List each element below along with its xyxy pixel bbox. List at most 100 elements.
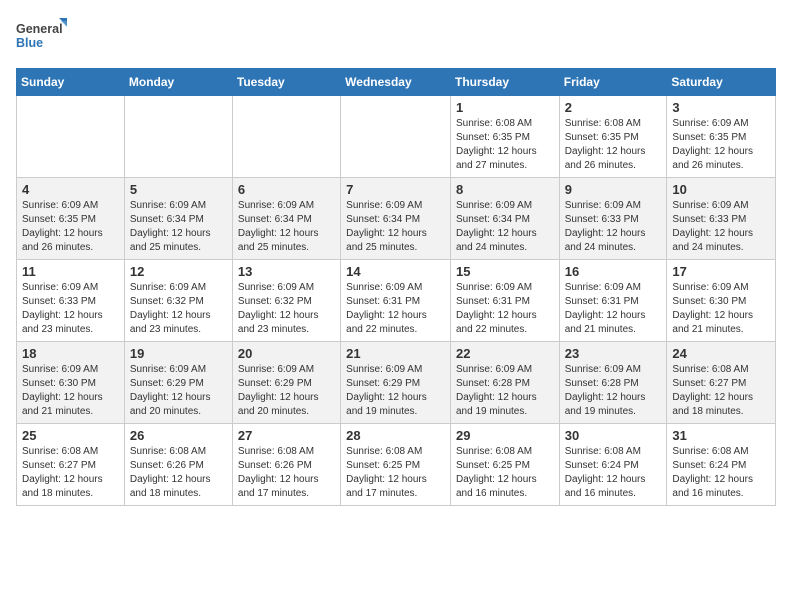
weekday-header-sunday: Sunday — [17, 69, 125, 96]
day-number: 6 — [238, 182, 335, 197]
weekday-header-tuesday: Tuesday — [232, 69, 340, 96]
calendar-cell: 4Sunrise: 6:09 AM Sunset: 6:35 PM Daylig… — [17, 178, 125, 260]
calendar-cell: 5 Sunrise: 6:09 AM Sunset: 6:34 PM Daylig… — [124, 178, 232, 260]
day-info: Sunrise: 6:09 AM Sunset: 6:31 PM Dayligh… — [346, 281, 445, 337]
day-number: 21 — [346, 346, 445, 361]
calendar-cell: 26 Sunrise: 6:08 AM Sunset: 6:26 PM Dayli… — [124, 424, 232, 506]
calendar-cell: 31Sunrise: 6:08 AM Sunset: 6:24 PM Dayli… — [667, 424, 776, 506]
day-info: Sunrise: 6:09 AM Sunset: 6:29 PM Dayligh… — [238, 363, 335, 419]
calendar-cell: 19 Sunrise: 6:09 AM Sunset: 6:29 PM Dayli… — [124, 342, 232, 424]
calendar-cell: 1 Sunrise: 6:08 AM Sunset: 6:35 PM Daylig… — [450, 96, 559, 178]
day-info: Sunrise: 6:09 AM Sunset: 6:31 PM Dayligh… — [565, 281, 662, 337]
day-number: 11 — [22, 264, 119, 279]
day-info: Sunrise: 6:09 AM Sunset: 6:34 PM Dayligh… — [238, 199, 335, 255]
day-number: 2 — [565, 100, 662, 115]
day-number: 20 — [238, 346, 335, 361]
calendar-cell: 3 Sunrise: 6:09 AM Sunset: 6:35 PM Daylig… — [667, 96, 776, 178]
day-number: 16 — [565, 264, 662, 279]
day-number: 29 — [456, 428, 554, 443]
calendar-cell: 21 Sunrise: 6:09 AM Sunset: 6:29 PM Dayli… — [341, 342, 451, 424]
day-info: Sunrise: 6:09 AM Sunset: 6:34 PM Dayligh… — [346, 199, 445, 255]
day-info: Sunrise: 6:09 AM Sunset: 6:34 PM Dayligh… — [130, 199, 227, 255]
calendar-cell: 18 Sunrise: 6:09 AM Sunset: 6:30 PM Dayli… — [17, 342, 125, 424]
day-number: 12 — [130, 264, 227, 279]
logo: General Blue — [16, 16, 68, 56]
day-info: Sunrise: 6:09 AM Sunset: 6:34 PM Dayligh… — [456, 199, 554, 255]
day-number: 1 — [456, 100, 554, 115]
calendar-week-1: 1 Sunrise: 6:08 AM Sunset: 6:35 PM Daylig… — [17, 96, 776, 178]
svg-text:Blue: Blue — [16, 36, 43, 50]
day-info: Sunrise: 6:08 AM Sunset: 6:26 PM Dayligh… — [130, 445, 227, 501]
day-info: Sunrise: 6:09 AM Sunset: 6:29 PM Dayligh… — [346, 363, 445, 419]
day-info: Sunrise: 6:08 AM Sunset: 6:25 PM Dayligh… — [346, 445, 445, 501]
day-number: 10 — [672, 182, 770, 197]
day-info: Sunrise: 6:09 AM Sunset: 6:33 PM Dayligh… — [22, 281, 119, 337]
calendar-cell: 16 Sunrise: 6:09 AM Sunset: 6:31 PM Dayli… — [559, 260, 667, 342]
day-info: Sunrise: 6:09 AM Sunset: 6:32 PM Dayligh… — [238, 281, 335, 337]
calendar-cell: 10 Sunrise: 6:09 AM Sunset: 6:33 PM Dayli… — [667, 178, 776, 260]
day-number: 3 — [672, 100, 770, 115]
day-number: 15 — [456, 264, 554, 279]
calendar-table: SundayMondayTuesdayWednesdayThursdayFrid… — [16, 68, 776, 506]
day-info: Sunrise: 6:09 AM Sunset: 6:29 PM Dayligh… — [130, 363, 227, 419]
weekday-header-wednesday: Wednesday — [341, 69, 451, 96]
day-number: 27 — [238, 428, 335, 443]
weekday-header-monday: Monday — [124, 69, 232, 96]
calendar-cell: 20 Sunrise: 6:09 AM Sunset: 6:29 PM Dayli… — [232, 342, 340, 424]
day-info: Sunrise: 6:09 AM Sunset: 6:31 PM Dayligh… — [456, 281, 554, 337]
calendar-cell: 8 Sunrise: 6:09 AM Sunset: 6:34 PM Daylig… — [450, 178, 559, 260]
day-number: 19 — [130, 346, 227, 361]
day-number: 24 — [672, 346, 770, 361]
calendar-cell: 25Sunrise: 6:08 AM Sunset: 6:27 PM Dayli… — [17, 424, 125, 506]
calendar-cell — [124, 96, 232, 178]
calendar-cell: 17Sunrise: 6:09 AM Sunset: 6:30 PM Dayli… — [667, 260, 776, 342]
day-info: Sunrise: 6:09 AM Sunset: 6:28 PM Dayligh… — [565, 363, 662, 419]
calendar-cell — [17, 96, 125, 178]
calendar-cell: 6 Sunrise: 6:09 AM Sunset: 6:34 PM Daylig… — [232, 178, 340, 260]
day-number: 13 — [238, 264, 335, 279]
calendar-week-4: 18 Sunrise: 6:09 AM Sunset: 6:30 PM Dayli… — [17, 342, 776, 424]
day-number: 5 — [130, 182, 227, 197]
day-number: 7 — [346, 182, 445, 197]
day-info: Sunrise: 6:09 AM Sunset: 6:28 PM Dayligh… — [456, 363, 554, 419]
day-info: Sunrise: 6:08 AM Sunset: 6:26 PM Dayligh… — [238, 445, 335, 501]
calendar-cell: 11 Sunrise: 6:09 AM Sunset: 6:33 PM Dayli… — [17, 260, 125, 342]
calendar-week-2: 4Sunrise: 6:09 AM Sunset: 6:35 PM Daylig… — [17, 178, 776, 260]
day-number: 18 — [22, 346, 119, 361]
calendar-cell: 15 Sunrise: 6:09 AM Sunset: 6:31 PM Dayli… — [450, 260, 559, 342]
day-info: Sunrise: 6:08 AM Sunset: 6:27 PM Dayligh… — [672, 363, 770, 419]
calendar-cell: 23Sunrise: 6:09 AM Sunset: 6:28 PM Dayli… — [559, 342, 667, 424]
day-info: Sunrise: 6:09 AM Sunset: 6:35 PM Dayligh… — [672, 117, 770, 173]
day-number: 26 — [130, 428, 227, 443]
calendar-cell: 7 Sunrise: 6:09 AM Sunset: 6:34 PM Daylig… — [341, 178, 451, 260]
day-info: Sunrise: 6:09 AM Sunset: 6:33 PM Dayligh… — [565, 199, 662, 255]
calendar-cell: 2 Sunrise: 6:08 AM Sunset: 6:35 PM Daylig… — [559, 96, 667, 178]
weekday-header-row: SundayMondayTuesdayWednesdayThursdayFrid… — [17, 69, 776, 96]
day-info: Sunrise: 6:08 AM Sunset: 6:35 PM Dayligh… — [456, 117, 554, 173]
calendar-cell: 29Sunrise: 6:08 AM Sunset: 6:25 PM Dayli… — [450, 424, 559, 506]
day-number: 25 — [22, 428, 119, 443]
day-info: Sunrise: 6:09 AM Sunset: 6:33 PM Dayligh… — [672, 199, 770, 255]
calendar-cell: 13 Sunrise: 6:09 AM Sunset: 6:32 PM Dayli… — [232, 260, 340, 342]
calendar-cell: 28 Sunrise: 6:08 AM Sunset: 6:25 PM Dayli… — [341, 424, 451, 506]
calendar-cell — [232, 96, 340, 178]
day-number: 17 — [672, 264, 770, 279]
day-info: Sunrise: 6:08 AM Sunset: 6:24 PM Dayligh… — [565, 445, 662, 501]
calendar-cell: 27 Sunrise: 6:08 AM Sunset: 6:26 PM Dayli… — [232, 424, 340, 506]
day-number: 8 — [456, 182, 554, 197]
weekday-header-saturday: Saturday — [667, 69, 776, 96]
day-info: Sunrise: 6:09 AM Sunset: 6:30 PM Dayligh… — [22, 363, 119, 419]
day-number: 9 — [565, 182, 662, 197]
day-info: Sunrise: 6:08 AM Sunset: 6:35 PM Dayligh… — [565, 117, 662, 173]
day-number: 31 — [672, 428, 770, 443]
day-number: 14 — [346, 264, 445, 279]
day-number: 28 — [346, 428, 445, 443]
svg-text:General: General — [16, 22, 63, 36]
calendar-week-5: 25Sunrise: 6:08 AM Sunset: 6:27 PM Dayli… — [17, 424, 776, 506]
weekday-header-friday: Friday — [559, 69, 667, 96]
day-number: 30 — [565, 428, 662, 443]
day-number: 4 — [22, 182, 119, 197]
logo-svg: General Blue — [16, 16, 68, 56]
weekday-header-thursday: Thursday — [450, 69, 559, 96]
day-number: 22 — [456, 346, 554, 361]
